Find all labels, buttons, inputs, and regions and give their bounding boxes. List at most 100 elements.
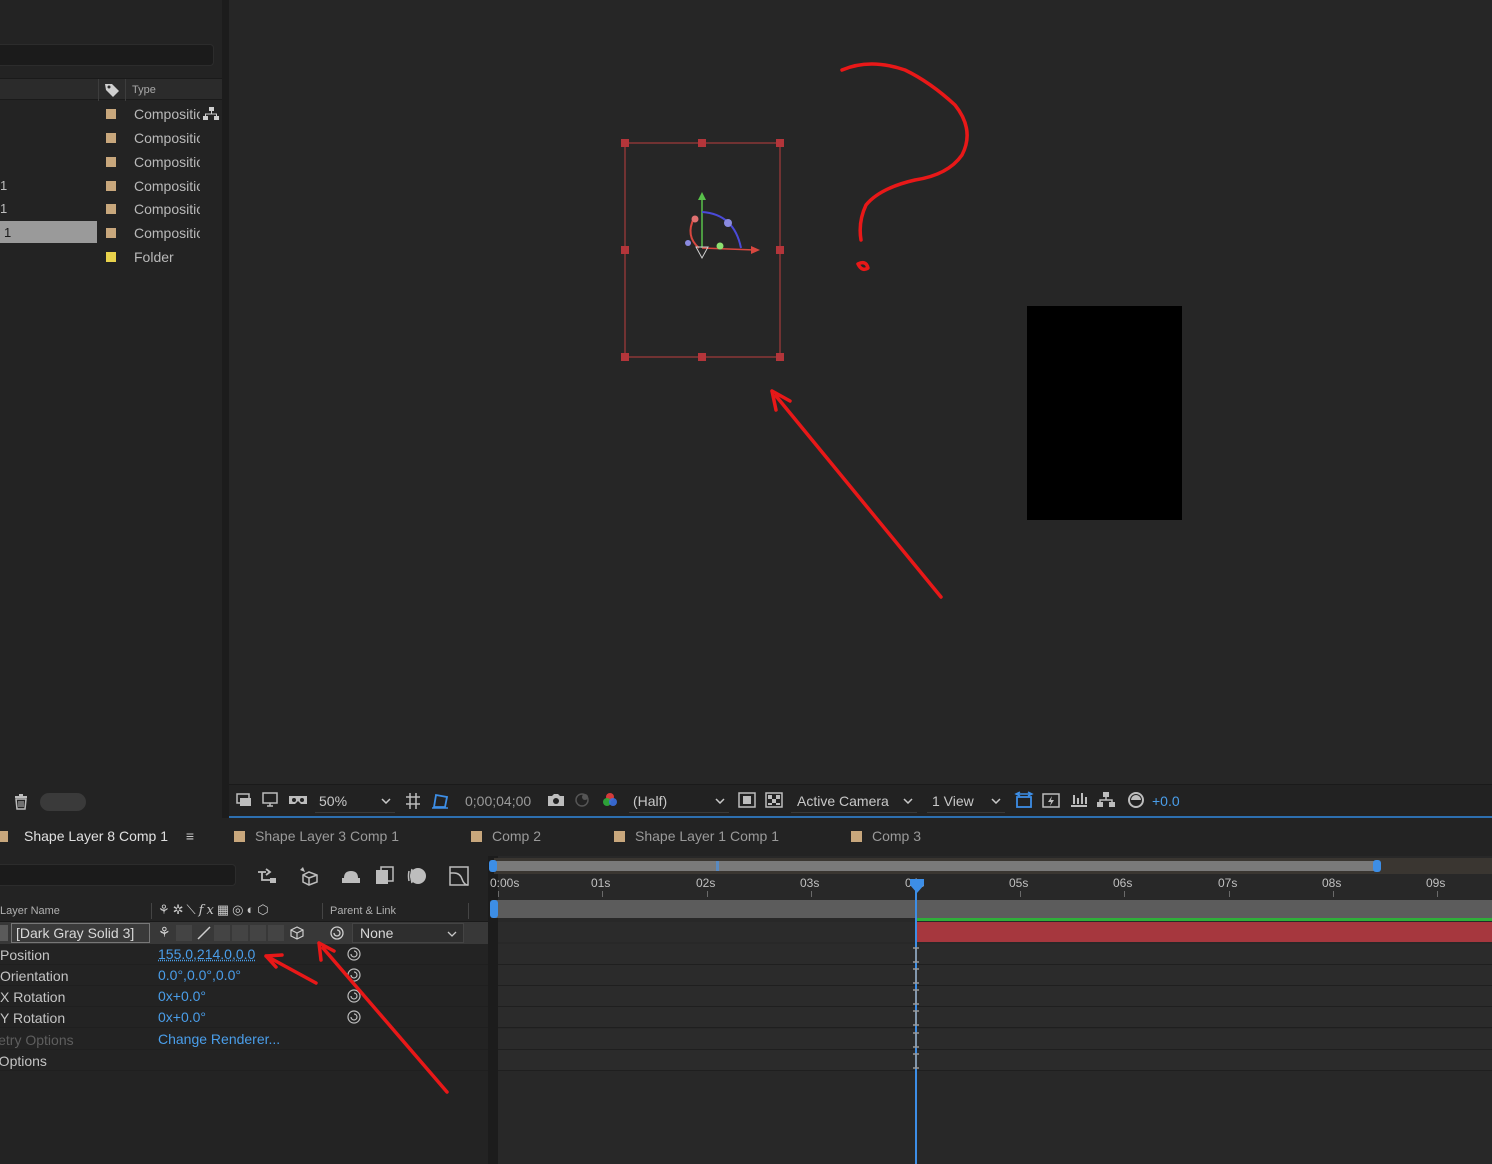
viewer-toolbar: 50% 0;00;04;00 (Half) Active Camera 1 Vi…: [229, 784, 1492, 816]
navigator-end-handle[interactable]: [1373, 860, 1381, 872]
label-color-swatch: [106, 252, 116, 262]
hide-shy-layers-icon[interactable]: [340, 866, 362, 886]
trash-icon[interactable]: [14, 794, 28, 810]
composition-viewer[interactable]: [229, 0, 1492, 784]
layer-label-swatch[interactable]: [0, 925, 8, 941]
3d-axis-gizmo-icon[interactable]: [685, 192, 760, 260]
camera-view-dropdown[interactable]: Active Camera: [791, 789, 917, 813]
toggle-pixel-aspect-icon[interactable]: [1014, 791, 1034, 811]
fast-previews-icon[interactable]: [1041, 791, 1061, 811]
3d-layer-cube-icon[interactable]: [289, 925, 305, 941]
time-ruler[interactable]: 0:00s 01s 02s 03s 04s 05s 06s 07s 08s 09…: [490, 874, 1492, 897]
label-color-swatch: [106, 109, 116, 119]
draft-3d-icon[interactable]: [297, 864, 321, 886]
tab-shape-layer-1-comp-1[interactable]: Shape Layer 1 Comp 1: [614, 828, 779, 844]
project-item[interactable]: Folder: [0, 245, 200, 269]
tab-shape-layer-3-comp-1[interactable]: Shape Layer 3 Comp 1: [234, 828, 399, 844]
adjustment-layer-switch[interactable]: [268, 925, 284, 941]
panel-divider[interactable]: [222, 0, 229, 818]
show-snapshot-icon[interactable]: [573, 791, 591, 809]
label-color-swatch: [106, 204, 116, 214]
region-of-interest-icon[interactable]: [737, 791, 757, 809]
cached-frames-indicator: [916, 918, 1492, 921]
resolution-dropdown[interactable]: (Half): [629, 789, 729, 813]
x-rotation-value[interactable]: 0x+0.0°: [158, 988, 206, 1004]
panel-menu-icon[interactable]: ≡: [186, 828, 194, 844]
exposure-value[interactable]: +0.0: [1152, 793, 1180, 809]
layer-row-dark-gray-solid-3[interactable]: [Dark Gray Solid 3] ⚘ None: [0, 922, 488, 944]
timeline-icon[interactable]: [1069, 791, 1089, 809]
magnification-dropdown[interactable]: 50%: [315, 789, 395, 813]
composition-mini-flowchart-icon[interactable]: [256, 866, 278, 886]
monitor-icon[interactable]: [261, 791, 279, 809]
project-search-input[interactable]: [0, 44, 214, 66]
tab-comp-2[interactable]: Comp 2: [471, 828, 541, 844]
property-marker-icon: [913, 1053, 919, 1069]
view-layout-dropdown[interactable]: 1 View: [927, 789, 1005, 813]
motion-blur-switch[interactable]: [250, 925, 266, 941]
label-tag-icon[interactable]: [104, 82, 120, 98]
mask-visibility-icon[interactable]: [430, 791, 450, 811]
position-value[interactable]: 155.0,214.0,0.0: [158, 946, 255, 962]
always-preview-icon[interactable]: [235, 791, 253, 809]
navigator-start-handle[interactable]: [489, 860, 497, 872]
dark-solid-layer[interactable]: [1027, 306, 1182, 520]
change-renderer-link[interactable]: Change Renderer...: [158, 1031, 280, 1047]
frame-blending-icon[interactable]: [373, 865, 395, 887]
project-item-selected[interactable]: 1 Composition: [0, 221, 200, 245]
timeline-search-input[interactable]: [0, 864, 236, 886]
time-navigator-range[interactable]: [494, 861, 1380, 871]
thumbnail-size-slider[interactable]: [40, 793, 86, 811]
pick-whip-icon[interactable]: [346, 1009, 362, 1025]
property-row-material-options[interactable]: Material Options: [0, 1050, 488, 1071]
camera-snapshot-icon[interactable]: [546, 791, 566, 809]
pick-whip-icon[interactable]: [346, 946, 362, 962]
collapse-switch[interactable]: [176, 925, 192, 941]
comp-flowchart-icon[interactable]: [1096, 791, 1116, 809]
property-row-position[interactable]: Position 155.0,214.0,0.0: [0, 944, 488, 965]
grid-guides-icon[interactable]: [403, 791, 423, 811]
current-time-display[interactable]: 0;00;04;00: [457, 789, 537, 813]
layer-name-column-header[interactable]: Layer Name: [0, 905, 60, 917]
flowchart-icon[interactable]: [202, 106, 220, 122]
chevron-down-icon: [381, 798, 391, 804]
effect-switch[interactable]: [214, 925, 230, 941]
y-rotation-value[interactable]: 0x+0.0°: [158, 1009, 206, 1025]
label-color-swatch: [614, 831, 625, 842]
timeline-tab-bar: Shape Layer 8 Comp 1 ≡ Shape Layer 3 Com…: [0, 818, 1492, 856]
project-item[interactable]: Composition: [0, 126, 200, 150]
project-item[interactable]: 1 Composition: [0, 174, 200, 198]
tab-shape-layer-8-comp-1[interactable]: Shape Layer 8 Comp 1 ≡: [0, 828, 194, 844]
quality-switch-icon[interactable]: [196, 925, 212, 941]
parent-link-column-header[interactable]: Parent & Link: [330, 905, 396, 917]
layer-duration-bar[interactable]: [916, 922, 1492, 942]
transparency-grid-icon[interactable]: [764, 791, 784, 809]
property-row-y-rotation[interactable]: Y Rotation 0x+0.0°: [0, 1007, 488, 1028]
type-column-header[interactable]: Type: [132, 84, 156, 96]
pick-whip-icon[interactable]: [346, 988, 362, 1004]
layer-column-header: Layer Name ⚘✲⟍fx▦◎◐⬡ Parent & Link: [0, 900, 488, 922]
tab-comp-3[interactable]: Comp 3: [851, 828, 921, 844]
reset-exposure-icon[interactable]: [1127, 791, 1145, 809]
property-row-geometry-options[interactable]: Geometry Options Change Renderer...: [0, 1029, 488, 1050]
parent-dropdown[interactable]: None: [352, 923, 464, 943]
motion-blur-icon[interactable]: [406, 865, 428, 887]
project-item[interactable]: 1 Composition: [0, 197, 200, 221]
vr-goggles-icon[interactable]: [287, 791, 309, 809]
layer-name-field[interactable]: [Dark Gray Solid 3]: [11, 923, 150, 943]
property-row-orientation[interactable]: Orientation 0.0°,0.0°,0.0°: [0, 965, 488, 986]
playhead-handle-icon[interactable]: [908, 877, 926, 895]
orientation-value[interactable]: 0.0°,0.0°,0.0°: [158, 967, 241, 983]
project-item[interactable]: Composition: [0, 150, 200, 174]
shy-switch-icon[interactable]: ⚘: [158, 924, 171, 941]
pick-whip-icon[interactable]: [329, 925, 345, 941]
graph-editor-icon[interactable]: [448, 865, 470, 887]
color-channels-icon[interactable]: [601, 791, 619, 809]
frame-blend-switch[interactable]: [232, 925, 248, 941]
label-color-swatch: [106, 157, 116, 167]
work-area-bar[interactable]: [494, 900, 1492, 918]
project-item[interactable]: Composition: [0, 102, 200, 126]
property-row-x-rotation[interactable]: X Rotation 0x+0.0°: [0, 986, 488, 1007]
work-area-start-handle[interactable]: [490, 900, 498, 918]
pick-whip-icon[interactable]: [346, 967, 362, 983]
